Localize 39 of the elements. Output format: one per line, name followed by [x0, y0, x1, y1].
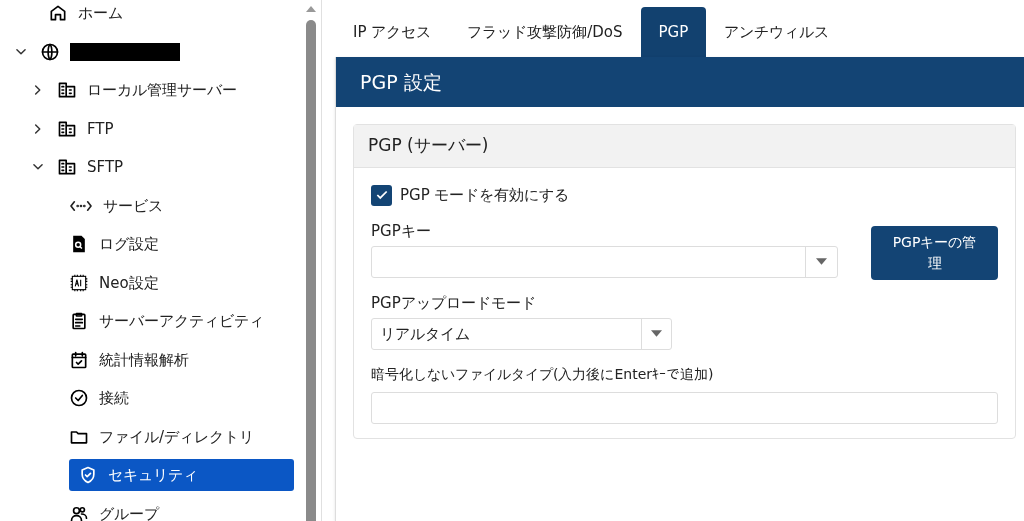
select-field[interactable]: リアルタイム	[371, 317, 672, 350]
tree-item[interactable]: FTP	[57, 112, 114, 145]
tree-item[interactable]: SFTP	[57, 151, 124, 184]
tree-item[interactable]: ローカル管理サーバー	[57, 74, 237, 107]
card-header: PGP (サーバー)	[354, 125, 1015, 168]
building-icon	[57, 157, 77, 178]
building-icon	[57, 80, 77, 101]
tab[interactable]: PGP	[640, 7, 707, 57]
field-label: 暗号化しないファイルタイプ(入力後にEnterｷｰで追加)	[371, 364, 715, 384]
select-field[interactable]	[371, 245, 838, 278]
globe-icon	[40, 41, 60, 62]
tree-item[interactable]: ログ設定	[69, 228, 159, 261]
tree-item[interactable]: ファイル/ディレクトリ	[69, 420, 255, 453]
caret-down-icon	[651, 330, 662, 337]
tree-item[interactable]: サービス	[69, 189, 163, 222]
check-circle-icon	[69, 388, 89, 409]
panel-header: PGP 設定	[336, 57, 1024, 107]
tree-item[interactable]: ホーム	[48, 0, 123, 30]
tab[interactable]: フラッド攻撃防御/DoS	[449, 7, 641, 57]
tab[interactable]: IP アクセス	[335, 7, 450, 57]
tree-item[interactable]: 接続	[69, 382, 129, 415]
tree-item[interactable]: 統計情報解析	[69, 343, 189, 376]
chip-icon	[69, 272, 89, 293]
shield-check-icon	[78, 465, 98, 486]
manage-keys-button[interactable]: PGPキーの管理	[871, 225, 998, 280]
tree-item[interactable]: Neo設定	[69, 266, 159, 299]
field-label: PGPアップロードモード	[371, 292, 537, 314]
tree-item[interactable]: グループ	[69, 497, 159, 521]
input-field[interactable]	[371, 391, 998, 424]
caret-down-icon	[816, 258, 827, 265]
tab[interactable]: アンチウィルス	[706, 7, 848, 57]
calendar-check-icon	[69, 349, 89, 370]
checkbox-label: PGP モードを有効にする	[400, 185, 570, 206]
home-icon	[48, 3, 68, 24]
tree-item[interactable]: サーバーアクティビティ	[69, 305, 264, 338]
checkbox[interactable]	[371, 184, 392, 206]
clipboard-icon	[69, 311, 89, 332]
field-label: PGPキー	[371, 220, 432, 242]
tree-item[interactable]: セキュリティ	[69, 459, 294, 492]
